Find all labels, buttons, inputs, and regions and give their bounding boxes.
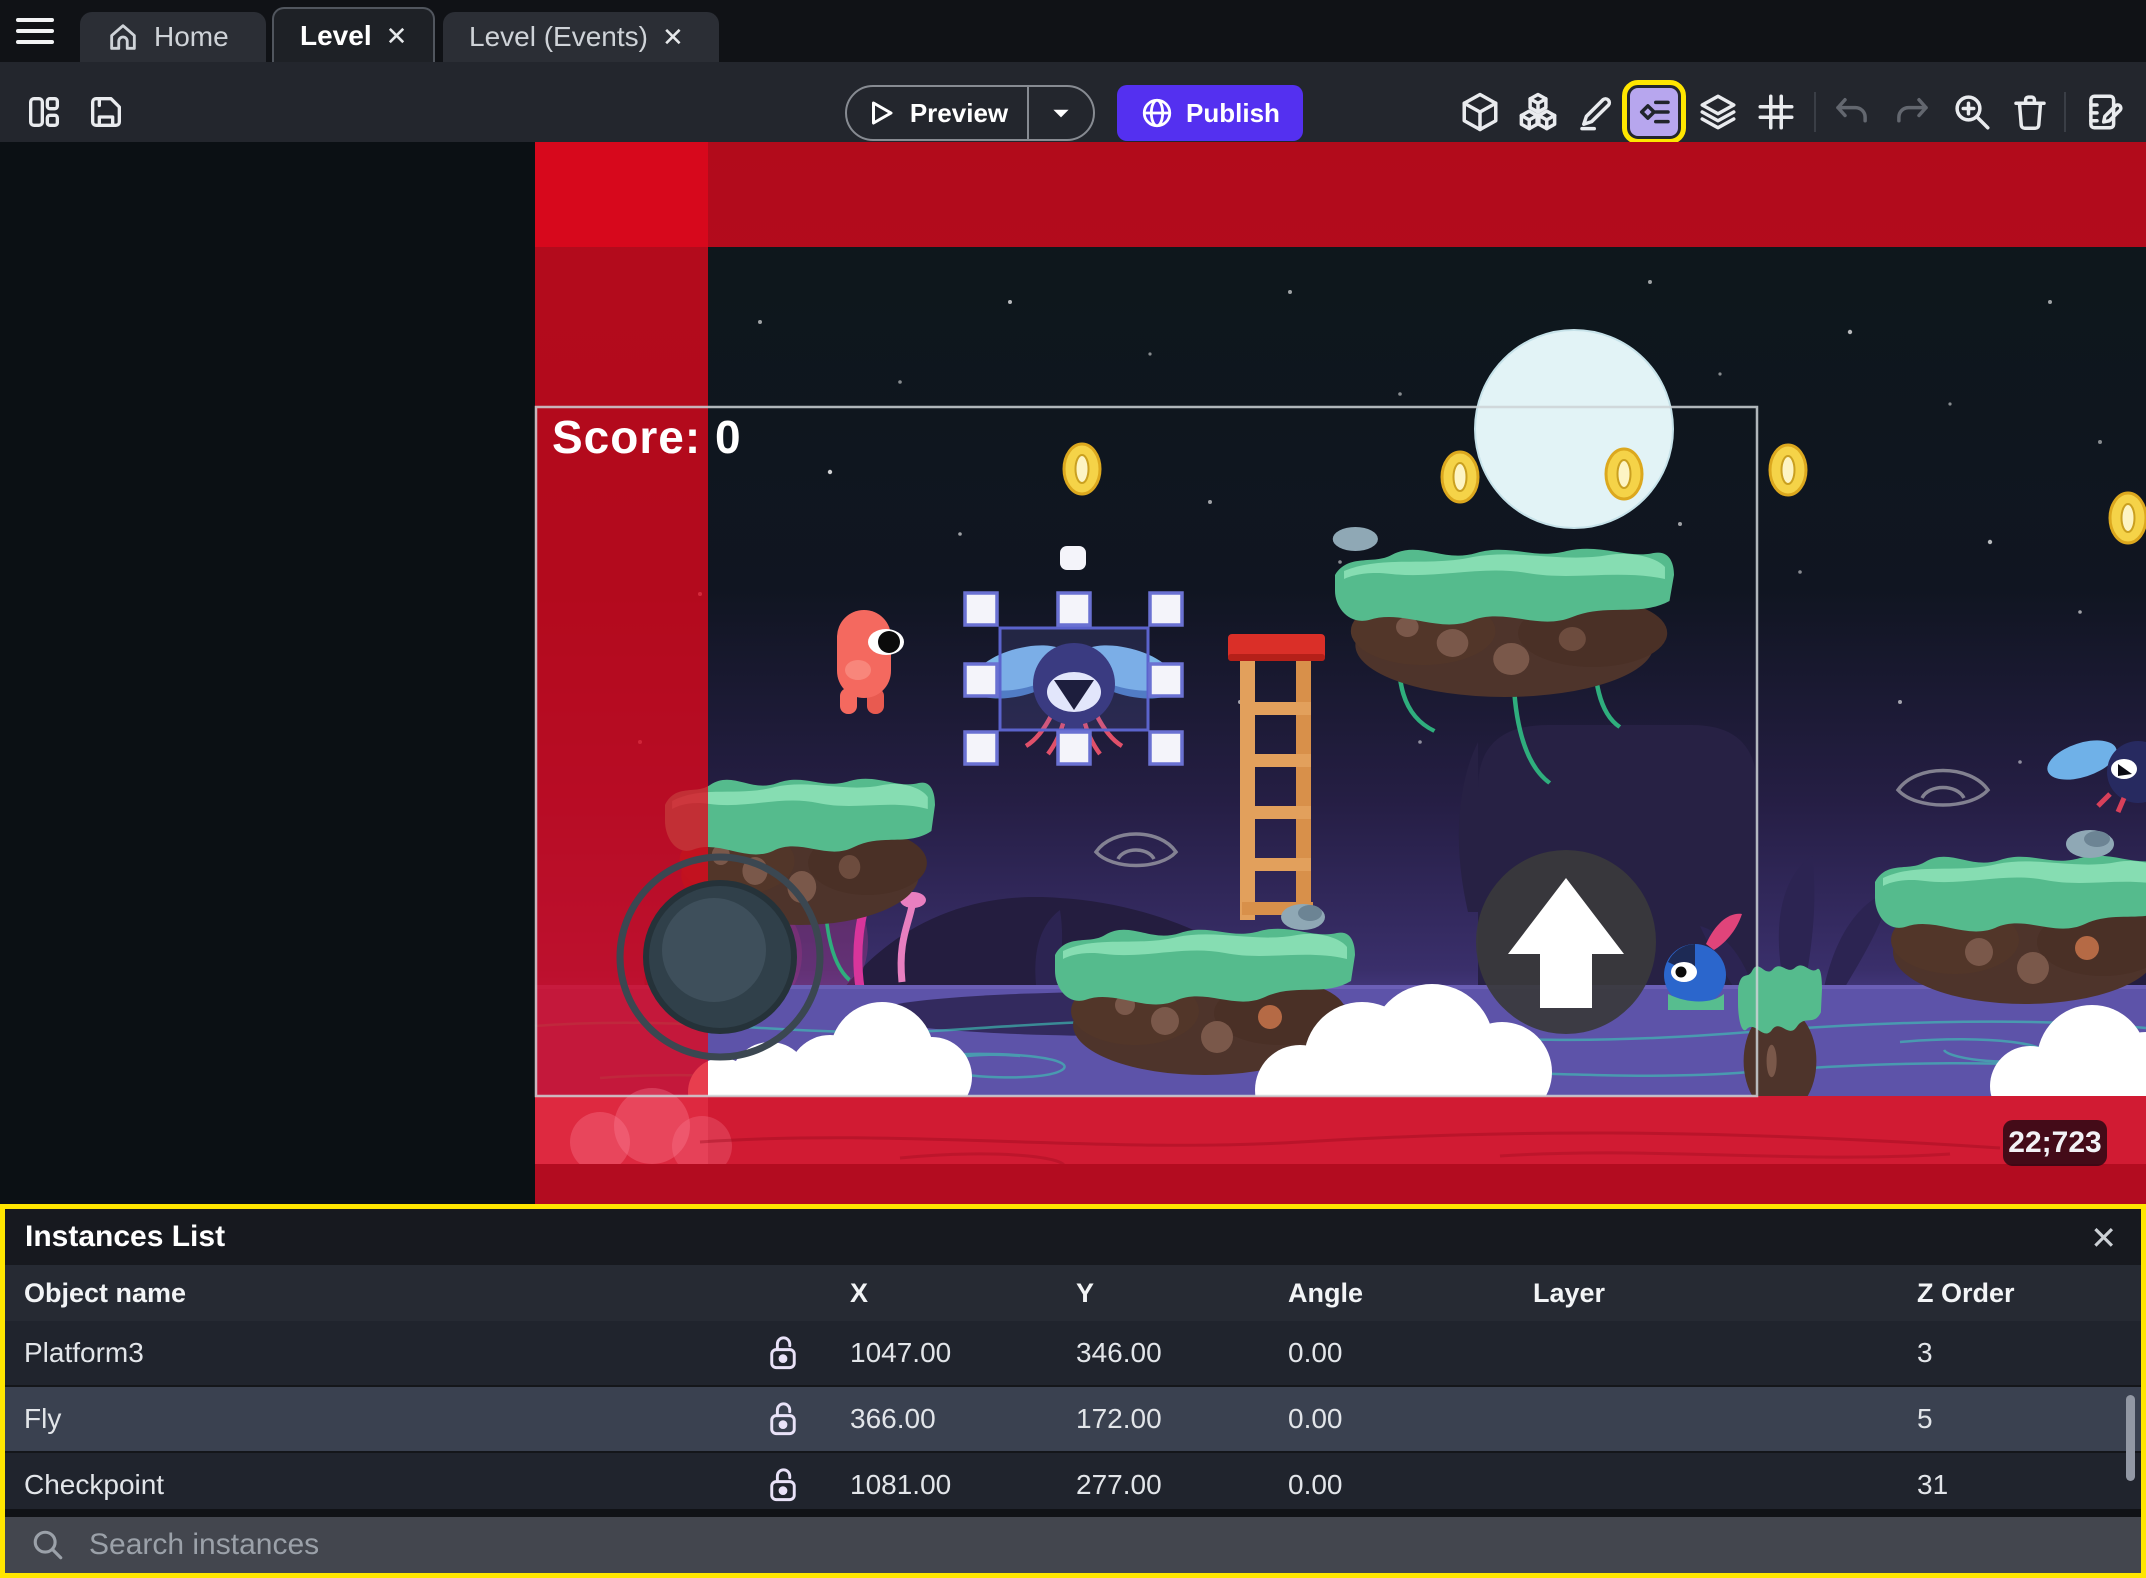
instances-panel-title: Instances List (25, 1220, 226, 1253)
lock-open-icon (770, 1402, 796, 1436)
joystick-control[interactable] (616, 853, 824, 1061)
instance-z-order[interactable]: 5 (1902, 1403, 2141, 1435)
preview-label: Preview (909, 97, 1009, 128)
chevron-down-icon (1053, 109, 1069, 118)
column-layer: Layer (1533, 1277, 1606, 1308)
column-z-order: Z Order (1917, 1277, 2015, 1308)
save-icon (91, 97, 122, 128)
instance-angle[interactable]: 0.00 (1273, 1403, 1518, 1435)
gdevelop-editor-window: Home Level ✕ Level (Events) ✕ Preview Pu… (0, 0, 2146, 1578)
instances-list-panel: Instances List ✕ Object name X Y Angle L… (0, 1204, 2146, 1578)
edit-mode-button[interactable] (1572, 88, 1620, 136)
edit-document-icon (2089, 94, 2123, 130)
column-object-name: Object name (24, 1277, 187, 1308)
column-angle: Angle (1288, 1277, 1364, 1308)
delete-button[interactable] (2006, 88, 2054, 136)
instance-y[interactable]: 277.00 (1061, 1469, 1273, 1501)
instance-name: Checkpoint (24, 1469, 165, 1500)
search-instances-input[interactable] (87, 1527, 2141, 1563)
undo-button[interactable] (1828, 88, 1876, 136)
scene-editor-canvas[interactable]: Score: 0 22;723 (0, 142, 2146, 1204)
instances-search-bar (5, 1517, 2141, 1573)
tab-level-label: Level (300, 19, 372, 51)
instances-table-header: Object name X Y Angle Layer Z Order (5, 1265, 2141, 1321)
undo-icon (1836, 98, 1867, 123)
instances-list-icon (1639, 100, 1670, 124)
tab-home-label: Home (154, 21, 229, 52)
tab-home[interactable]: Home (80, 12, 266, 62)
tab-level-events-label: Level (Events) (469, 21, 648, 52)
platform-small[interactable] (1738, 965, 1822, 1115)
globe-icon (1142, 98, 1172, 128)
trash-icon (2014, 95, 2046, 131)
instance-y[interactable]: 346.00 (1061, 1337, 1273, 1369)
lock-open-icon (770, 1336, 796, 1370)
toggle-panels-button[interactable] (20, 88, 68, 136)
cubes-icon (1519, 92, 1557, 131)
column-x: X (850, 1277, 869, 1308)
table-row-platform3[interactable]: Platform3 1047.00 346.00 0.00 3 (5, 1321, 2141, 1387)
save-button[interactable] (82, 88, 130, 136)
instance-x[interactable]: 1081.00 (835, 1469, 1061, 1501)
main-menu-icon[interactable] (16, 11, 60, 51)
layers-icon (1700, 94, 1736, 130)
zoom-in-icon (1955, 95, 1990, 130)
instances-list-button[interactable] (1622, 80, 1686, 144)
publish-label: Publish (1186, 97, 1280, 128)
instance-angle[interactable]: 0.00 (1273, 1469, 1518, 1501)
tab-level[interactable]: Level ✕ (272, 7, 435, 62)
instance-x[interactable]: 366.00 (835, 1403, 1061, 1435)
lock-toggle[interactable] (731, 1335, 835, 1371)
instance-y[interactable]: 172.00 (1061, 1403, 1273, 1435)
objects-panel-button[interactable] (1456, 88, 1504, 136)
instance-angle[interactable]: 0.00 (1273, 1337, 1518, 1369)
tab-level-close-icon[interactable]: ✕ (386, 23, 408, 49)
tab-level-events-close-icon[interactable]: ✕ (662, 24, 684, 50)
instance-z-order[interactable]: 31 (1902, 1469, 2141, 1501)
lock-toggle[interactable] (731, 1401, 835, 1437)
preview-dropdown-button[interactable] (1027, 87, 1093, 139)
layout-icon (29, 97, 59, 128)
cube-icon (1462, 92, 1498, 132)
preview-button[interactable]: Preview (845, 85, 1095, 141)
panel-scrollbar[interactable] (2126, 1395, 2135, 1481)
score-hud-text: Score: 0 (552, 411, 742, 463)
tab-bar: Home Level ✕ Level (Events) ✕ (0, 0, 2146, 62)
close-panel-icon[interactable]: ✕ (2090, 1219, 2117, 1257)
home-icon (110, 24, 136, 50)
search-icon (33, 1530, 63, 1560)
instances-panel-titlebar: Instances List ✕ (5, 1209, 2141, 1265)
preview-main[interactable]: Preview (847, 98, 1027, 129)
pencil-icon (1580, 97, 1612, 131)
redo-icon (1897, 98, 1928, 123)
lock-toggle[interactable] (731, 1467, 835, 1503)
toolbar-divider (2064, 92, 2066, 132)
instance-name: Fly (24, 1403, 62, 1434)
layers-panel-button[interactable] (1694, 88, 1742, 136)
instance-z-order[interactable]: 3 (1902, 1337, 2141, 1369)
cursor-coordinates-badge: 22;723 (2003, 1120, 2107, 1166)
instance-name: Platform3 (24, 1337, 144, 1368)
publish-button[interactable]: Publish (1117, 85, 1303, 141)
scene-properties-button[interactable] (2080, 88, 2128, 136)
instance-x[interactable]: 1047.00 (835, 1337, 1061, 1369)
toolbar-divider (1814, 92, 1816, 132)
zoom-button[interactable] (1948, 88, 1996, 136)
jump-button[interactable] (1476, 850, 1656, 1034)
panel-gap (5, 1509, 2141, 1517)
moon[interactable] (1474, 329, 1674, 529)
table-row-fly[interactable]: Fly 366.00 172.00 0.00 5 (5, 1387, 2141, 1453)
scene-render (534, 142, 2146, 1204)
play-icon (871, 101, 893, 125)
redo-button[interactable] (1888, 88, 1936, 136)
grid-button[interactable] (1752, 88, 1800, 136)
object-groups-button[interactable] (1514, 88, 1562, 136)
column-y: Y (1076, 1277, 1095, 1308)
lock-open-icon (770, 1468, 796, 1502)
grid-icon (1758, 94, 1794, 130)
tab-level-events[interactable]: Level (Events) ✕ (443, 12, 719, 62)
